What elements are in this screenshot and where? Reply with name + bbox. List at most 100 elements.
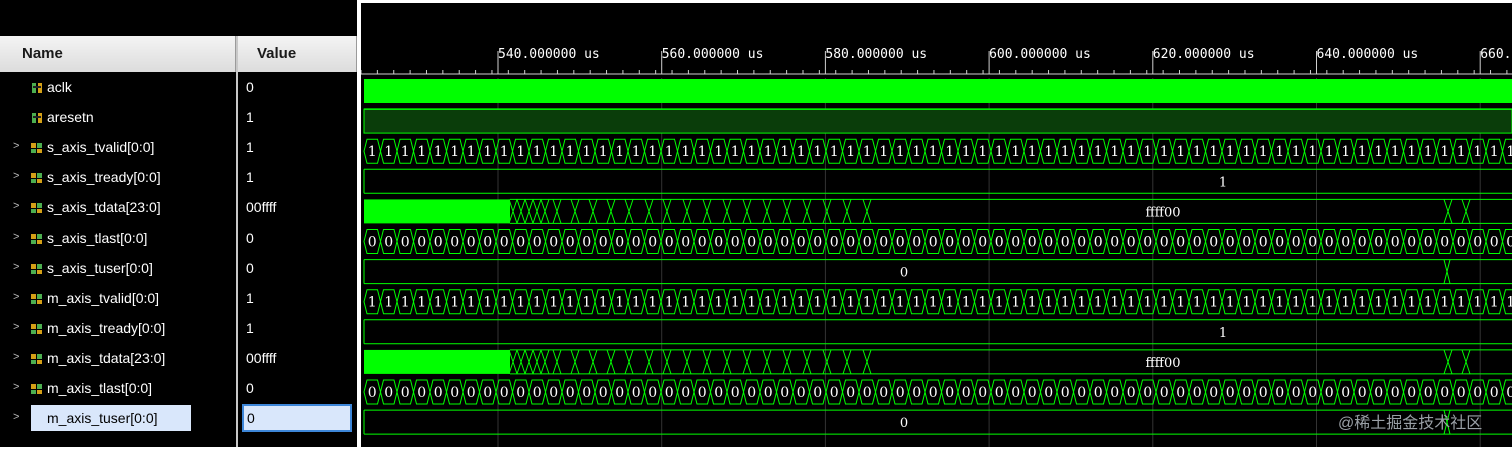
- signal-name[interactable]: aclk: [47, 79, 72, 95]
- bus-value-label: 0: [1242, 385, 1251, 401]
- bus-value-label: 1: [1193, 144, 1202, 160]
- ruler-time-label: 580.000000 us: [825, 47, 928, 62]
- bus-value-label: 0: [900, 266, 908, 281]
- bus-value-label: 1: [401, 144, 410, 160]
- bus-value-label: 0: [483, 385, 492, 401]
- signal-name[interactable]: s_axis_tlast[0:0]: [47, 230, 147, 246]
- bus-value-label: 0: [912, 385, 921, 401]
- bus-value-label: 0: [417, 385, 426, 401]
- bus-value-label: 1: [632, 144, 641, 160]
- signal-row[interactable]: > s_axis_tdata[23:0] 00ffff: [0, 193, 357, 223]
- bus-value-label: 0: [566, 235, 575, 251]
- value-column-header[interactable]: Value: [237, 36, 357, 72]
- bus-value-label: 1: [500, 295, 509, 311]
- bus-value-label: 1: [747, 295, 756, 311]
- bit-signal-icon: [31, 81, 43, 93]
- signal-row[interactable]: > m_axis_tdata[23:0] 00ffff: [0, 344, 357, 374]
- signal-row[interactable]: > m_axis_tuser[0:0] 0: [0, 404, 357, 434]
- bus-signal-icon: [31, 262, 43, 274]
- signal-name[interactable]: m_axis_tlast[0:0]: [47, 380, 152, 396]
- bus-value-label: 1: [1341, 295, 1350, 311]
- bus-value-label: 1: [978, 295, 987, 311]
- chevron-right-icon[interactable]: >: [13, 261, 19, 273]
- bus-value-label: 0: [1061, 385, 1070, 401]
- bus-value-label: 1: [1193, 295, 1202, 311]
- bus-value-label: 1: [582, 144, 591, 160]
- bus-value-label: 0: [1440, 385, 1449, 401]
- bus-value-label: 1: [1424, 144, 1433, 160]
- bus-value-label: 1: [1242, 295, 1251, 311]
- signal-name[interactable]: s_axis_tuser[0:0]: [47, 260, 153, 276]
- bus-value-label: 0: [582, 385, 591, 401]
- bus-value-label: 1: [368, 144, 377, 160]
- bus-value-label: 1: [962, 295, 971, 311]
- bus-value-label: 1: [681, 295, 690, 311]
- bus-value-label: 1: [1160, 295, 1169, 311]
- chevron-right-icon[interactable]: >: [13, 140, 19, 152]
- bus-value-label: 1: [1219, 326, 1227, 341]
- signal-row[interactable]: > s_axis_tvalid[0:0] 1: [0, 133, 357, 163]
- chevron-right-icon[interactable]: >: [13, 170, 19, 182]
- bus-value-label: 1: [648, 295, 657, 311]
- signal-name[interactable]: m_axis_tdata[23:0]: [47, 350, 165, 366]
- signal-name[interactable]: s_axis_tready[0:0]: [47, 169, 161, 185]
- waveform-canvas[interactable]: 1111111111111111111111111111111111111111…: [360, 3, 1512, 447]
- bus-value-label: 0: [1127, 235, 1136, 251]
- bus-value-label: 0: [599, 385, 608, 401]
- bus-signal-icon: [31, 201, 43, 214]
- ruler-time-label: 640.000000 us: [1316, 47, 1419, 62]
- signal-row[interactable]: > m_axis_tready[0:0] 1: [0, 314, 357, 344]
- bus-transitions: [508, 199, 872, 224]
- signal-row[interactable]: > s_axis_tlast[0:0] 0: [0, 224, 357, 254]
- bus-value-label: 0: [813, 385, 822, 401]
- bus-value-label: 1: [1176, 295, 1185, 311]
- signal-row[interactable]: > s_axis_tuser[0:0] 0: [0, 254, 357, 284]
- bus-value-label: 0: [615, 235, 624, 251]
- chevron-right-icon[interactable]: >: [13, 381, 19, 393]
- bus-value-label: 0: [780, 385, 789, 401]
- signal-row[interactable]: aclk 0: [0, 73, 357, 103]
- chevron-right-icon[interactable]: >: [13, 291, 19, 303]
- signal-name[interactable]: s_axis_tvalid[0:0]: [47, 139, 154, 155]
- signal-name[interactable]: m_axis_tready[0:0]: [47, 320, 165, 336]
- bus-value-label: 0: [1490, 385, 1499, 401]
- bus-value-label: 1: [945, 295, 954, 311]
- chevron-right-icon[interactable]: >: [13, 231, 19, 243]
- bus-value-label: 0: [1143, 235, 1152, 251]
- bus-value-label: 0: [863, 235, 872, 251]
- bus-value-label: 1: [681, 144, 690, 160]
- signal-value: 0: [247, 410, 255, 427]
- bus-value-label: 1: [1044, 144, 1053, 160]
- signal-row[interactable]: > m_axis_tlast[0:0] 0: [0, 374, 357, 404]
- chevron-right-icon[interactable]: >: [13, 200, 19, 212]
- chevron-right-icon[interactable]: >: [13, 411, 19, 423]
- bus-value-label: 1: [368, 295, 377, 311]
- name-column-header[interactable]: Name: [0, 36, 236, 72]
- ruler-time-label: 620.000000 us: [1152, 47, 1255, 62]
- bus-value-label: 1: [615, 295, 624, 311]
- signal-value: 00ffff: [246, 349, 277, 366]
- signal-row[interactable]: > m_axis_tvalid[0:0] 1: [0, 284, 357, 314]
- bus-value-label: 0: [1011, 235, 1020, 251]
- bus-value-label: 1: [978, 144, 987, 160]
- chevron-right-icon[interactable]: >: [13, 321, 19, 333]
- signal-row[interactable]: > s_axis_tready[0:0] 1: [0, 163, 357, 193]
- bus-value-label: 0: [945, 235, 954, 251]
- bus-value-label: 1: [1110, 144, 1119, 160]
- bus-value-label: 0: [1226, 235, 1235, 251]
- signal-value: 1: [246, 319, 254, 336]
- signal-name[interactable]: aresetn: [47, 109, 94, 125]
- names-toolbar-area: [0, 0, 357, 34]
- bus-value-label: 0: [1292, 235, 1301, 251]
- bus-value-label: 0: [1308, 385, 1317, 401]
- bus-value-label: 0: [978, 385, 987, 401]
- chevron-right-icon[interactable]: >: [13, 351, 19, 363]
- bus-value-label: 0: [912, 235, 921, 251]
- signal-name[interactable]: m_axis_tuser[0:0]: [31, 405, 191, 432]
- signal-name[interactable]: m_axis_tvalid[0:0]: [47, 290, 159, 306]
- bus-value-label: 1: [747, 144, 756, 160]
- signal-row[interactable]: aresetn 1: [0, 103, 357, 133]
- bit-signal-icon: [31, 111, 43, 124]
- signal-name[interactable]: s_axis_tdata[23:0]: [47, 199, 161, 215]
- waveform-panel[interactable]: 1111111111111111111111111111111111111111…: [360, 0, 1512, 447]
